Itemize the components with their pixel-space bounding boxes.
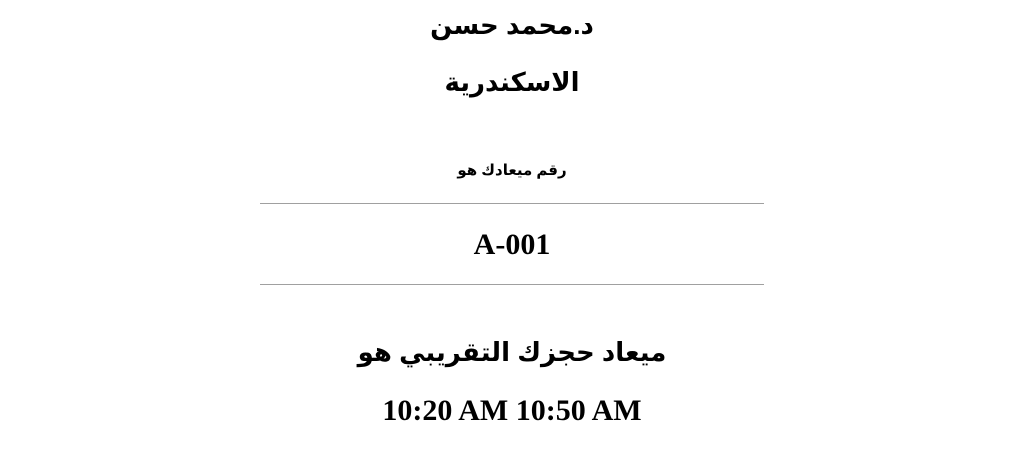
top-divider	[260, 203, 764, 204]
appointment-ticket: د.محمد حسن الاسكندرية رقم ميعادك هو A-00…	[0, 0, 1024, 451]
estimated-time-label: ميعاد حجزك التقريبي هو	[357, 337, 667, 367]
doctor-name: د.محمد حسن	[430, 10, 594, 40]
appointment-number-label: رقم ميعادك هو	[457, 162, 567, 179]
estimated-time-range: 10:20 AM 10:50 AM	[382, 394, 642, 427]
clinic-city: الاسكندرية	[444, 67, 580, 97]
bottom-divider	[260, 284, 764, 285]
appointment-number: A-001	[473, 228, 551, 261]
